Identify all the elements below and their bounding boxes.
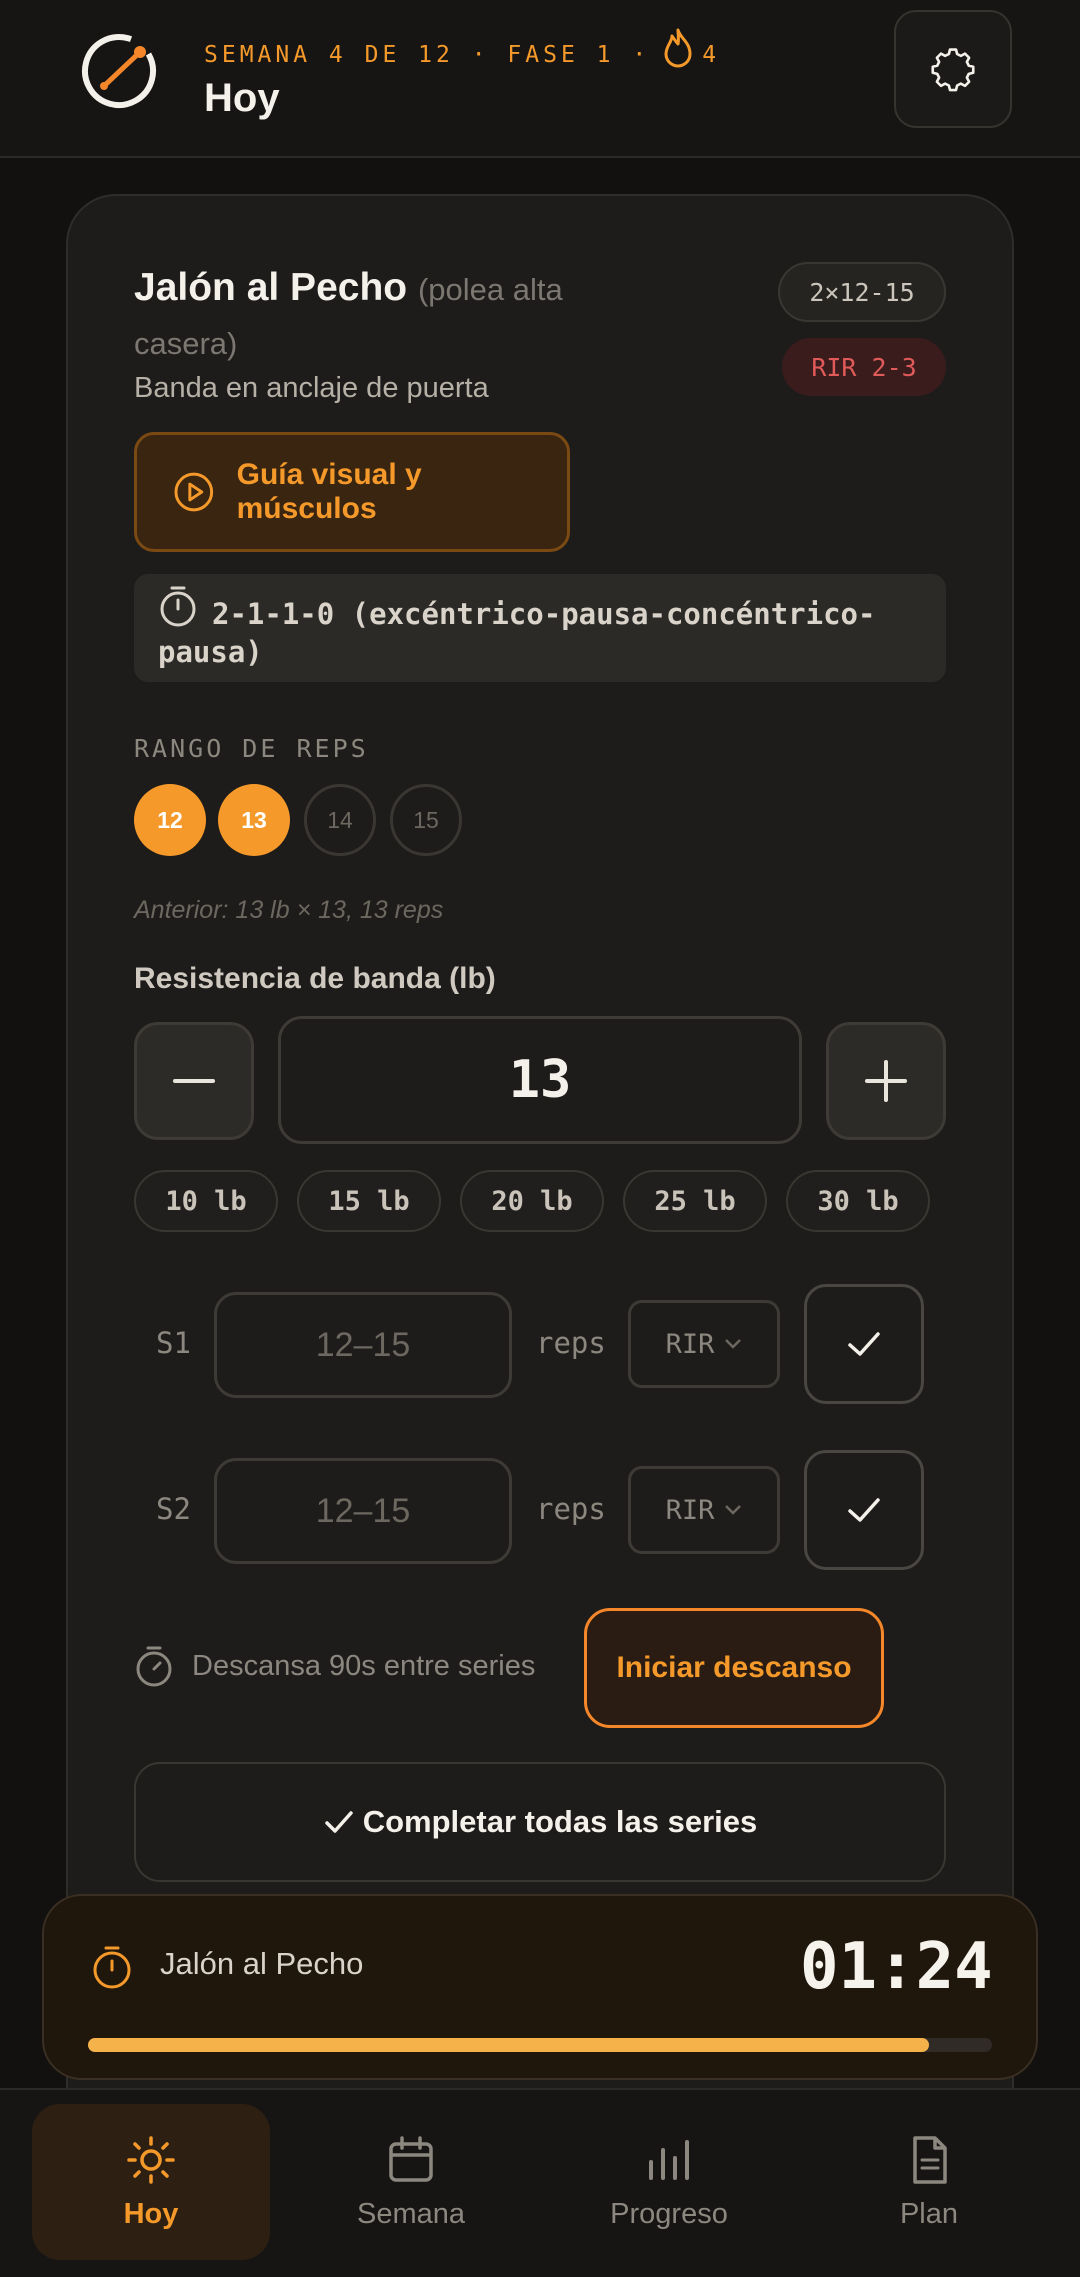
stopwatch-icon (93, 1946, 131, 1989)
preset-15-lb[interactable]: 15 lb (297, 1170, 441, 1232)
reps-range-label: RANGO DE REPS (134, 734, 369, 763)
document-icon (913, 2135, 947, 2184)
rest-timer-progress-fill (88, 2038, 929, 2052)
rest-hint: Descansa 90s entre series (134, 1644, 535, 1688)
nav-label-progreso: Progreso (610, 2197, 728, 2230)
set-2-complete-button[interactable] (804, 1450, 924, 1570)
rep-option-12[interactable]: 12 (134, 784, 206, 856)
set-1-reps-input[interactable]: 12–15 (214, 1292, 512, 1398)
streak-count: 4 (702, 42, 721, 68)
set-1-rir-value: RIR (665, 1328, 715, 1360)
set-2-label: S2 (156, 1492, 191, 1526)
nav-item-plan[interactable]: Plan (810, 2104, 1048, 2260)
decrement-button[interactable] (134, 1022, 254, 1140)
exercise-title: Jalón al Pecho (polea alta casera) (134, 262, 594, 370)
tempo-box: 2-1-1-0 (excéntrico-pausa-concéntrico-pa… (134, 574, 946, 682)
nav-label-plan: Plan (899, 2197, 959, 2230)
rep-option-14[interactable]: 14 (304, 784, 376, 856)
preset-10-lb[interactable]: 10 lb (134, 1170, 278, 1232)
set-1-rir-select[interactable]: RIR (628, 1300, 780, 1388)
set-2-unit: reps (536, 1492, 606, 1526)
sun-icon (127, 2135, 175, 2184)
sets-badge: 2×12-15 (778, 262, 946, 322)
previous-result: Anterior: 13 lb × 13, 13 reps (134, 896, 444, 924)
set-2-rir-select[interactable]: RIR (628, 1466, 780, 1554)
preset-20-lb[interactable]: 20 lb (460, 1170, 604, 1232)
week-text: SEMANA 4 DE 12 · FASE 1 · (204, 42, 651, 68)
plus-icon (865, 1060, 907, 1102)
bar-chart-icon (649, 2139, 689, 2180)
page-title: Hoy (204, 76, 280, 120)
rir-badge: RIR 2-3 (782, 338, 946, 396)
nav-label-hoy: Hoy (123, 2197, 179, 2230)
preset-25-lb[interactable]: 25 lb (623, 1170, 767, 1232)
minus-icon (173, 1079, 215, 1083)
rest-timer-progress (88, 2038, 992, 2052)
check-icon (848, 1498, 880, 1522)
check-icon (848, 1332, 880, 1356)
gear-icon (931, 48, 975, 92)
nav-item-hoy[interactable]: Hoy (32, 2104, 270, 2260)
rep-option-15[interactable]: 15 (390, 784, 462, 856)
visual-guide-label: Guía visual y músculos (236, 458, 422, 525)
complete-all-sets-button[interactable]: Completar todas las series (134, 1762, 946, 1882)
rest-timer-exercise: Jalón al Pecho (160, 1946, 364, 1981)
nav-item-progreso[interactable]: Progreso (550, 2104, 788, 2260)
set-2-rir-value: RIR (665, 1494, 715, 1526)
preset-30-lb[interactable]: 30 lb (786, 1170, 930, 1232)
check-icon (324, 1811, 353, 1833)
play-circle-icon (174, 472, 214, 512)
set-1-complete-button[interactable] (804, 1284, 924, 1404)
exercise-name: Jalón al Pecho (134, 266, 408, 309)
resistance-label: Resistencia de banda (lb) (134, 962, 496, 995)
stopwatch-icon (160, 586, 196, 627)
visual-guide-button[interactable]: Guía visual y músculos (134, 432, 570, 552)
flame-icon (664, 28, 692, 68)
start-rest-button[interactable]: Iniciar descanso (584, 1608, 884, 1728)
nav-label-semana: Semana (356, 2197, 465, 2230)
chevron-down-icon (725, 1339, 742, 1349)
chevron-down-icon (725, 1505, 742, 1515)
tempo-text: 2-1-1-0 (excéntrico-pausa-concéntrico-pa… (158, 597, 876, 669)
rep-option-13[interactable]: 13 (218, 784, 290, 856)
stopwatch-icon (136, 1646, 172, 1687)
calendar-icon (389, 2135, 433, 2182)
set-2-reps-input[interactable]: 12–15 (214, 1458, 512, 1564)
resistance-input[interactable]: 13 (278, 1016, 802, 1144)
nav-item-semana[interactable]: Semana (292, 2104, 530, 2260)
week-phase-label: SEMANA 4 DE 12 · FASE 1 · 4 (204, 28, 721, 70)
exercise-equipment: Banda en anclaje de puerta (134, 372, 489, 404)
set-1-unit: reps (536, 1326, 606, 1360)
app-logo-icon (82, 34, 156, 108)
set-1-label: S1 (156, 1326, 191, 1360)
increment-button[interactable] (826, 1022, 946, 1140)
rest-timer-clock: 01:24 (800, 1930, 993, 2004)
rest-hint-text: Descansa 90s entre series (192, 1649, 536, 1682)
complete-all-sets-label: Completar todas las series (362, 1804, 758, 1839)
settings-button[interactable] (894, 10, 1012, 128)
